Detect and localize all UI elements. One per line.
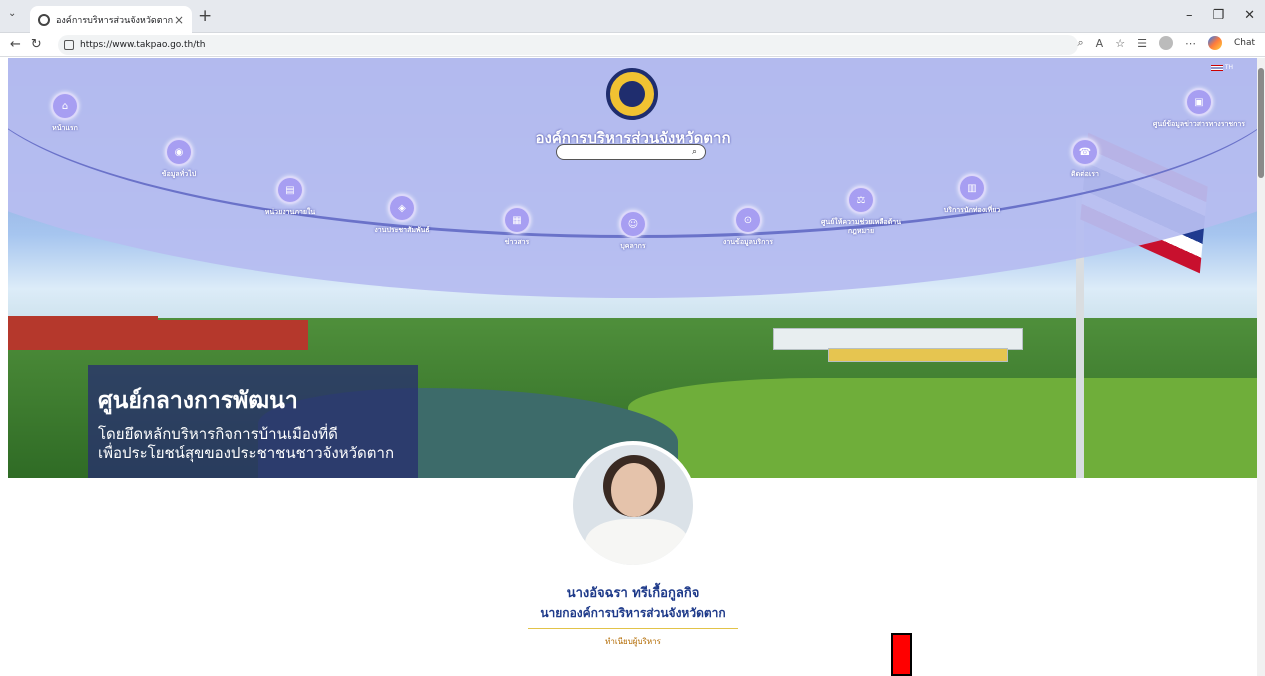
tab-title: องค์การบริหารส่วนจังหวัดตาก — [56, 15, 174, 26]
map-icon: ▥ — [958, 174, 986, 202]
info-icon: ◉ — [165, 138, 193, 166]
building-icon: ▤ — [276, 176, 304, 204]
menu-item-news[interactable]: ▦ ข่าวสาร — [467, 206, 567, 247]
photo-uniform — [585, 519, 689, 565]
document-icon: ▣ — [1185, 88, 1213, 116]
page-scrollbar[interactable] — [1257, 58, 1265, 676]
back-icon[interactable]: ← — [10, 37, 21, 52]
window-controls: – ❐ ✕ — [1186, 8, 1255, 23]
menu-item-general-info[interactable]: ◉ ข้อมูลทั่วไป — [129, 138, 229, 179]
restore-icon[interactable]: ❐ — [1212, 8, 1224, 23]
menu-label: ติดต่อเรา — [1071, 170, 1099, 178]
scrollbar-thumb[interactable] — [1258, 68, 1264, 178]
search-icon[interactable]: ⌕ — [692, 147, 697, 157]
favorite-star-icon[interactable]: ☆ — [1115, 37, 1125, 50]
zoom-icon[interactable]: ⌕ — [1078, 36, 1084, 50]
menu-label: ศูนย์ให้ความช่วยเหลือด้านกฎหมาย — [820, 218, 902, 235]
org-logo[interactable] — [606, 68, 658, 120]
language-label: TH — [1224, 64, 1233, 71]
web-page: องค์การบริหารส่วนจังหวัดตาก ⌕ TH ⌂ หน้าแร… — [8, 58, 1257, 676]
address-bar-row: ← ↻ https://www.takpao.go.th/th ⌕ A ☆ ☰ … — [0, 33, 1265, 57]
chat-button[interactable]: Chat — [1234, 38, 1255, 48]
menu-label: บริการนักท่องเที่ยว — [943, 206, 1001, 214]
hero-roof-left — [8, 316, 158, 350]
thai-flag-icon — [1210, 64, 1223, 71]
tab-close-icon[interactable]: × — [174, 13, 184, 27]
divider — [528, 628, 738, 629]
read-aloud-icon[interactable]: A — [1096, 37, 1104, 50]
minimize-icon[interactable]: – — [1186, 8, 1193, 23]
url-field[interactable]: https://www.takpao.go.th/th — [58, 35, 1078, 55]
menu-item-tourist[interactable]: ▥ บริการนักท่องเที่ยว — [922, 174, 1022, 215]
menu-item-pr[interactable]: ◈ งานประชาสัมพันธ์ — [352, 194, 452, 235]
menu-item-contact[interactable]: ☎ ติดต่อเรา — [1035, 138, 1135, 179]
menu-item-legal-aid[interactable]: ⚖ ศูนย์ให้ความช่วยเหลือด้านกฎหมาย — [811, 186, 911, 236]
person-icon: ☺ — [619, 210, 647, 238]
megaphone-icon: ◈ — [388, 194, 416, 222]
profile-avatar[interactable] — [1158, 36, 1173, 50]
menu-label: ข่าวสาร — [504, 238, 530, 246]
browser-tab-strip: ⌄ องค์การบริหารส่วนจังหวัดตาก × + – ❐ ✕ — [0, 0, 1265, 33]
favorites-icon[interactable]: ☰ — [1137, 37, 1147, 50]
hero-line-1: โดยยึดหลักบริหารกิจการบ้านเมืองที่ดี — [98, 425, 338, 443]
menu-label: บุคลากร — [620, 242, 646, 250]
service-icon: ⊙ — [734, 206, 762, 234]
refresh-icon[interactable]: ↻ — [31, 37, 42, 52]
hero-building-yellow — [828, 348, 1008, 362]
hero-building-main — [773, 328, 1023, 350]
browser-tab[interactable]: องค์การบริหารส่วนจังหวัดตาก × — [30, 6, 192, 33]
language-switch[interactable]: TH — [1210, 64, 1233, 71]
photo-face — [611, 463, 657, 517]
menu-label: หน่วยงานภายใน — [264, 208, 316, 216]
site-info-icon[interactable] — [64, 40, 74, 50]
menu-label: หน้าแรก — [52, 124, 78, 132]
menu-item-departments[interactable]: ▤ หน่วยงานภายใน — [240, 176, 340, 217]
hero-slogan: ศูนย์กลางการพัฒนา โดยยึดหลักบริหารกิจการ… — [88, 365, 418, 478]
new-tab-button[interactable]: + — [198, 6, 212, 26]
executive-photo — [569, 441, 697, 569]
news-icon: ▦ — [503, 206, 531, 234]
hero-roof-mid — [158, 320, 308, 350]
site-favicon-icon — [38, 13, 50, 26]
executive-name: นางอัจฉรา ทรีเกื้อกูลกิจ — [566, 586, 700, 601]
menu-item-home[interactable]: ⌂ หน้าแรก — [15, 92, 115, 133]
menu-label: งานประชาสัมพันธ์ — [374, 226, 430, 234]
executive-directory-link[interactable]: ทำเนียบผู้บริหาร — [488, 635, 778, 648]
copilot-icon[interactable] — [1207, 36, 1222, 50]
menu-label: งานข้อมูลบริการ — [722, 238, 774, 246]
menu-item-official-info[interactable]: ▣ ศูนย์ข้อมูลข่าวสารทางราชการ — [1149, 88, 1249, 129]
menu-item-services[interactable]: ⊙ งานข้อมูลบริการ — [698, 206, 798, 247]
more-icon[interactable]: ⋯ — [1185, 37, 1196, 50]
browser-toolbar: ⌕ A ☆ ☰ ⋯ Chat — [1078, 36, 1255, 50]
hero-line-2: เพื่อประโยชน์สุขของประชาชนชาวจังหวัดตาก — [98, 444, 395, 462]
menu-label: ข้อมูลทั่วไป — [161, 170, 197, 178]
hero-lawn — [628, 378, 1257, 478]
phone-icon: ☎ — [1071, 138, 1099, 166]
site-search-input[interactable]: ⌕ — [556, 144, 706, 160]
hero-banner: องค์การบริหารส่วนจังหวัดตาก ⌕ TH ⌂ หน้าแร… — [8, 58, 1257, 478]
url-text: https://www.takpao.go.th/th — [80, 40, 206, 50]
home-icon: ⌂ — [51, 92, 79, 120]
executive-position: นายกองค์การบริหารส่วนจังหวัดตาก — [540, 606, 726, 620]
red-marker-box — [891, 633, 912, 676]
close-window-icon[interactable]: ✕ — [1244, 8, 1255, 23]
tab-list-chevron-icon[interactable]: ⌄ — [8, 8, 16, 19]
scale-icon: ⚖ — [847, 186, 875, 214]
menu-label: ศูนย์ข้อมูลข่าวสารทางราชการ — [1152, 120, 1246, 128]
hero-headline: ศูนย์กลางการพัฒนา — [98, 388, 298, 414]
menu-item-personnel[interactable]: ☺ บุคลากร — [583, 210, 683, 251]
